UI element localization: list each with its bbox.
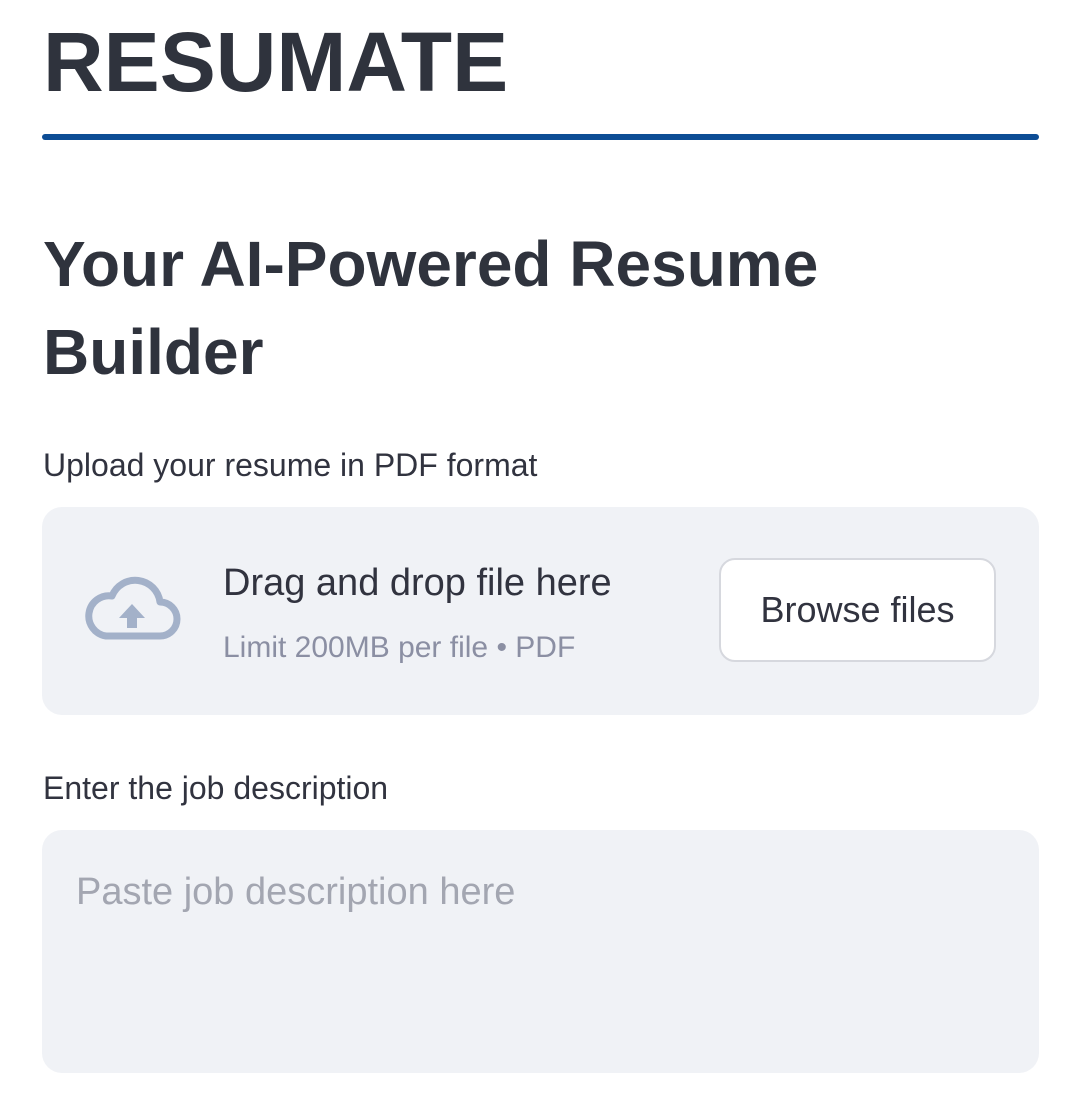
title-divider <box>42 134 1039 140</box>
file-limit-text: Limit 200MB per file • PDF <box>223 631 576 664</box>
page-subtitle: Your AI-Powered Resume Builder <box>43 228 819 388</box>
browse-files-button[interactable]: Browse files <box>719 558 996 662</box>
dropzone-instructions: Drag and drop file here <box>223 562 612 604</box>
job-description-input[interactable] <box>42 830 1039 1073</box>
job-description-label: Enter the job description <box>43 770 389 806</box>
app-title: RESUMATE <box>43 15 509 109</box>
cloud-upload-icon <box>85 576 181 640</box>
upload-label: Upload your resume in PDF format <box>43 447 538 483</box>
